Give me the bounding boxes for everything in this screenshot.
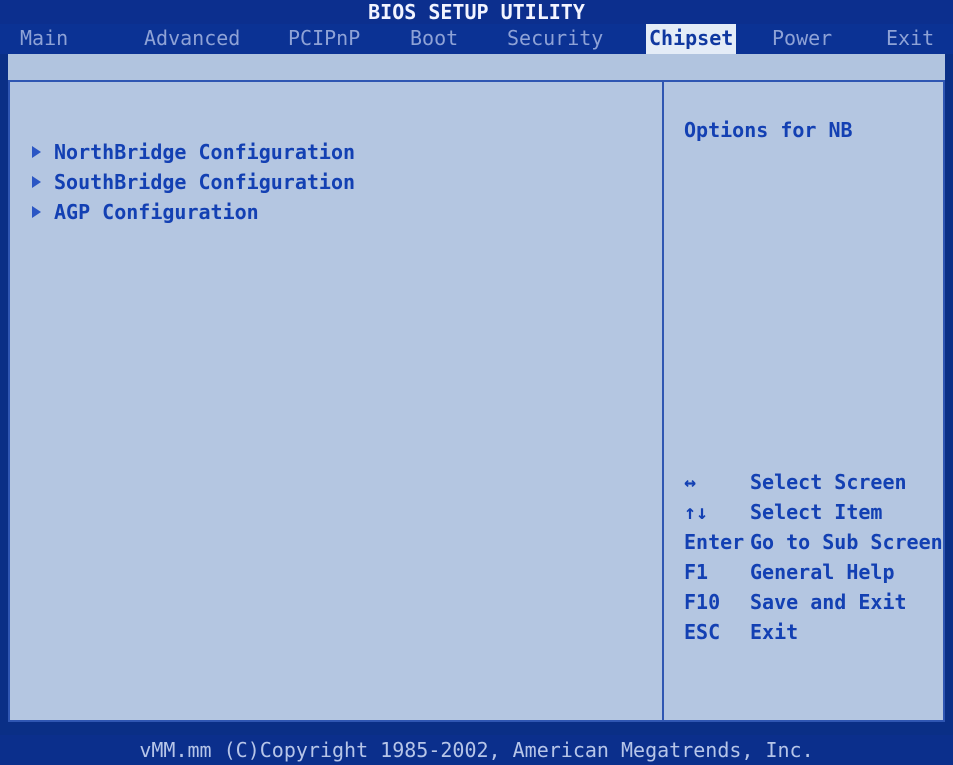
legend-desc: Select Item bbox=[750, 500, 883, 524]
main-panel: NorthBridge Configuration SouthBridge Co… bbox=[8, 80, 945, 722]
tab-advanced[interactable]: Advanced bbox=[144, 24, 240, 54]
legend-desc: Select Screen bbox=[750, 470, 907, 494]
help-text: Options for NB bbox=[684, 118, 853, 142]
legend-desc: General Help bbox=[750, 560, 895, 584]
menu-item-label: NorthBridge Configuration bbox=[54, 140, 356, 164]
panel-header-strip bbox=[8, 54, 945, 80]
legend-desc: Go to Sub Screen bbox=[750, 530, 943, 554]
tab-pcipnp[interactable]: PCIPnP bbox=[288, 24, 360, 54]
bios-title: BIOS SETUP UTILITY bbox=[368, 0, 585, 24]
legend-desc: Exit bbox=[750, 620, 799, 644]
copyright-footer: vMM.mm (C)Copyright 1985-2002, American … bbox=[0, 735, 953, 765]
menu-item-agp[interactable]: AGP Configuration bbox=[32, 198, 259, 226]
tab-chipset[interactable]: Chipset bbox=[646, 24, 737, 54]
menu-item-label: AGP Configuration bbox=[54, 200, 259, 224]
triangle-right-icon bbox=[32, 176, 41, 188]
menu-item-northbridge[interactable]: NorthBridge Configuration bbox=[32, 138, 355, 166]
left-right-arrow-icon: ↔ bbox=[684, 470, 697, 494]
tab-boot[interactable]: Boot bbox=[410, 24, 458, 54]
menu-item-label: SouthBridge Configuration bbox=[54, 170, 356, 194]
legend-desc: Save and Exit bbox=[750, 590, 907, 614]
menu-item-southbridge[interactable]: SouthBridge Configuration bbox=[32, 168, 355, 196]
triangle-right-icon bbox=[32, 146, 41, 158]
triangle-right-icon bbox=[32, 206, 41, 218]
tab-exit[interactable]: Exit bbox=[886, 24, 934, 54]
legend-key: Enter bbox=[684, 530, 745, 554]
panel-divider bbox=[662, 82, 664, 720]
tab-main[interactable]: Main bbox=[20, 24, 68, 54]
legend-key: F1 bbox=[684, 560, 709, 584]
legend-key: F10 bbox=[684, 590, 721, 614]
up-down-arrow-icon: ↑↓ bbox=[684, 500, 709, 524]
title-bar: BIOS SETUP UTILITY bbox=[0, 0, 953, 24]
tab-security[interactable]: Security bbox=[507, 24, 603, 54]
tab-power[interactable]: Power bbox=[772, 24, 832, 54]
menu-bar: Main Advanced PCIPnP Boot Security Chips… bbox=[0, 24, 953, 54]
legend-key: ESC bbox=[684, 620, 721, 644]
